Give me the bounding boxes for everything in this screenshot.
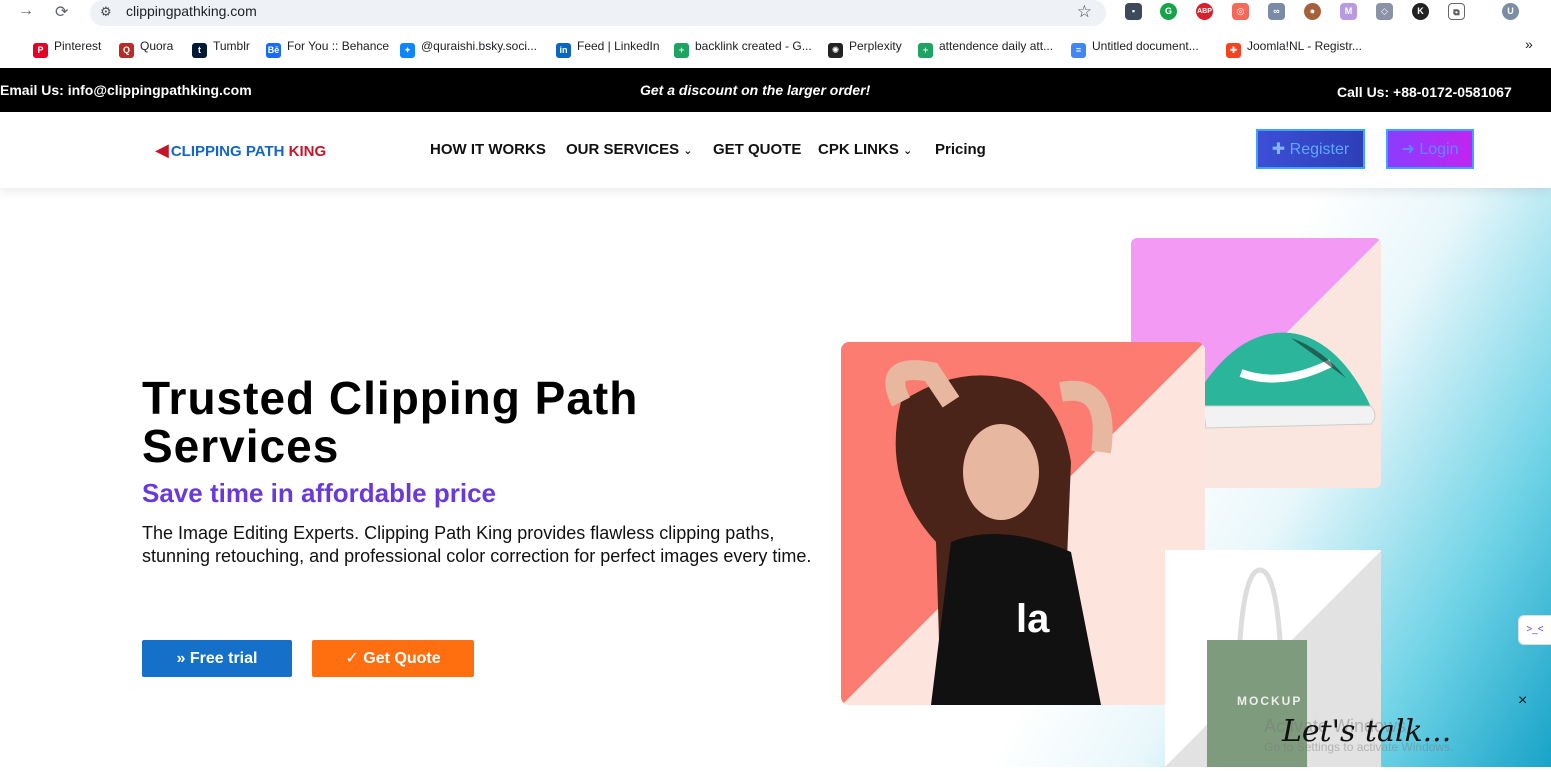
site-logo[interactable]: ◀ CLIPPING PATH KING — [155, 140, 326, 161]
pinterest-icon: P — [33, 43, 48, 58]
profile-avatar[interactable]: U — [1502, 3, 1519, 20]
perplexity-icon: ✺ — [828, 43, 843, 58]
bookmark-label: attendence daily att... — [939, 39, 1054, 53]
get-quote-button[interactable]: ✓ Get Quote — [312, 640, 474, 677]
logo-mark-icon: ◀ — [155, 140, 169, 160]
hero-title: Trusted Clipping Path Services — [142, 374, 638, 470]
model-illustration: la — [885, 360, 1113, 705]
puzzle-icon[interactable]: ⧉ — [1448, 3, 1465, 20]
bookmark-item[interactable]: ✚ Joomla!NL - Registr... — [1226, 39, 1362, 58]
bookmark-item[interactable]: P Pinterest — [33, 39, 101, 58]
register-label: Register — [1289, 141, 1350, 158]
hero-section: Trusted Clipping Path Services Save time… — [0, 188, 1551, 767]
nav-our-services-label: OUR SERVICES — [566, 141, 680, 158]
chat-widget-label[interactable]: Let's talk... — [1282, 714, 1451, 749]
bookmarks-bar: P Pinterest Q Quora t Tumblr Bē For You :: Beha… — [0, 32, 1551, 62]
side-widget-tab[interactable]: >_< — [1518, 615, 1551, 645]
bookmark-label: Tumblr — [213, 39, 250, 53]
sign-in-icon: ➜ — [1401, 141, 1415, 158]
logo-text: CLIPPING PATH — [170, 143, 289, 160]
promo-text: Get a discount on the larger order! — [640, 82, 871, 98]
bookmark-label: For You :: Behance — [287, 39, 390, 53]
hero-description: The Image Editing Experts. Clipping Path… — [142, 523, 812, 566]
bookmark-item[interactable]: + backlink created - G... — [674, 39, 812, 58]
browser-toolbar: → ⟳ ⚙ clippingpathking.com ☆ ▪ G ABP ◎ ∞… — [0, 0, 1551, 30]
sheets-icon: + — [918, 43, 933, 58]
extension-icon[interactable]: M — [1340, 3, 1357, 20]
hero-title-line2: Services — [142, 420, 340, 472]
hero-title-line1: Trusted Clipping Path — [142, 372, 639, 424]
get-quote-label: Get Quote — [363, 650, 441, 667]
mockup-label: MOCKUP — [1237, 694, 1303, 708]
address-bar[interactable]: ⚙ clippingpathking.com ☆ — [90, 0, 1106, 26]
bookmark-label: Quora — [140, 39, 174, 53]
bluesky-icon: ✦ — [400, 43, 415, 58]
bookmark-label: Perplexity — [849, 39, 902, 53]
more-bookmarks-icon[interactable]: » — [1525, 36, 1533, 52]
quora-icon: Q — [119, 43, 134, 58]
extension-icon[interactable]: ∞ — [1268, 3, 1285, 20]
bookmark-star-icon[interactable]: ☆ — [1077, 2, 1092, 22]
login-button[interactable]: ➜ Login — [1386, 129, 1474, 169]
double-chevron-right-icon: » — [176, 650, 186, 667]
close-icon[interactable]: × — [1518, 692, 1527, 710]
extension-icon[interactable]: ▪ — [1125, 3, 1142, 20]
reload-icon[interactable]: ⟳ — [55, 2, 68, 22]
bookmark-label: Feed | LinkedIn — [577, 39, 660, 53]
nav-pricing[interactable]: Pricing — [935, 141, 986, 158]
chevron-down-icon: ⌄ — [903, 145, 913, 157]
cookie-icon[interactable]: ● — [1304, 3, 1321, 20]
grammarly-icon[interactable]: G — [1160, 3, 1177, 20]
model-image: la — [841, 342, 1205, 705]
bookmark-item[interactable]: in Feed | LinkedIn — [556, 39, 660, 58]
shield-icon[interactable]: ◇ — [1376, 3, 1393, 20]
code-icon: >_< — [1526, 624, 1544, 635]
bookmark-item[interactable]: Q Quora — [119, 39, 173, 58]
chevron-down-icon: ⌄ — [683, 145, 693, 157]
site-header: ◀ CLIPPING PATH KING HOW IT WORKS OUR SER… — [0, 112, 1551, 188]
sheets-icon: + — [674, 43, 689, 58]
plus-icon: ✚ — [1271, 141, 1286, 158]
bookmark-item[interactable]: ✦ @quraishi.bsky.soci... — [400, 39, 537, 58]
nav-our-services[interactable]: OUR SERVICES ⌄ — [566, 141, 692, 158]
free-trial-label: Free trial — [189, 650, 258, 667]
docs-icon: ≡ — [1071, 43, 1086, 58]
login-label: Login — [1419, 141, 1459, 158]
nav-get-quote[interactable]: GET QUOTE — [713, 141, 801, 158]
adblock-icon[interactable]: ABP — [1196, 3, 1213, 20]
nav-how-it-works[interactable]: HOW IT WORKS — [430, 141, 546, 158]
extension-icon[interactable]: K — [1412, 3, 1429, 20]
bookmark-item[interactable]: + attendence daily att... — [918, 39, 1053, 58]
bookmark-item[interactable]: ≡ Untitled document... — [1071, 39, 1199, 58]
svg-text:la: la — [1016, 597, 1050, 641]
bookmark-item[interactable]: Bē For You :: Behance — [266, 39, 389, 58]
nav-cpk-links[interactable]: CPK LINKS ⌄ — [818, 141, 912, 158]
url-text: clippingpathking.com — [126, 3, 257, 19]
bookmark-label: @quraishi.bsky.soci... — [421, 39, 537, 53]
joomla-icon: ✚ — [1226, 43, 1241, 58]
bookmark-item[interactable]: ✺ Perplexity — [828, 39, 902, 58]
bookmark-label: Untitled document... — [1092, 39, 1199, 53]
extension-icon[interactable]: ◎ — [1232, 3, 1249, 20]
phone-text[interactable]: Call Us: +88-0172-0581067 — [1337, 84, 1512, 100]
site-info-icon[interactable]: ⚙ — [100, 4, 112, 20]
nav-cpk-links-label: CPK LINKS — [818, 141, 899, 158]
register-button[interactable]: ✚ Register — [1256, 129, 1365, 169]
bookmark-item[interactable]: t Tumblr — [192, 39, 250, 58]
bookmark-label: Pinterest — [54, 39, 102, 53]
behance-icon: Bē — [266, 43, 281, 58]
check-circle-icon: ✓ — [345, 650, 359, 667]
bookmark-label: backlink created - G... — [695, 39, 812, 53]
email-text[interactable]: Email Us: info@clippingpathking.com — [0, 82, 252, 98]
free-trial-button[interactable]: » Free trial — [142, 640, 292, 677]
linkedin-icon: in — [556, 43, 571, 58]
top-info-bar: Email Us: info@clippingpathking.com Get … — [0, 68, 1551, 112]
forward-icon[interactable]: → — [18, 2, 34, 20]
hero-subtitle: Save time in affordable price — [142, 478, 497, 508]
tumblr-icon: t — [192, 43, 207, 58]
bookmark-label: Joomla!NL - Registr... — [1247, 39, 1362, 53]
logo-text-king: KING — [288, 143, 327, 160]
